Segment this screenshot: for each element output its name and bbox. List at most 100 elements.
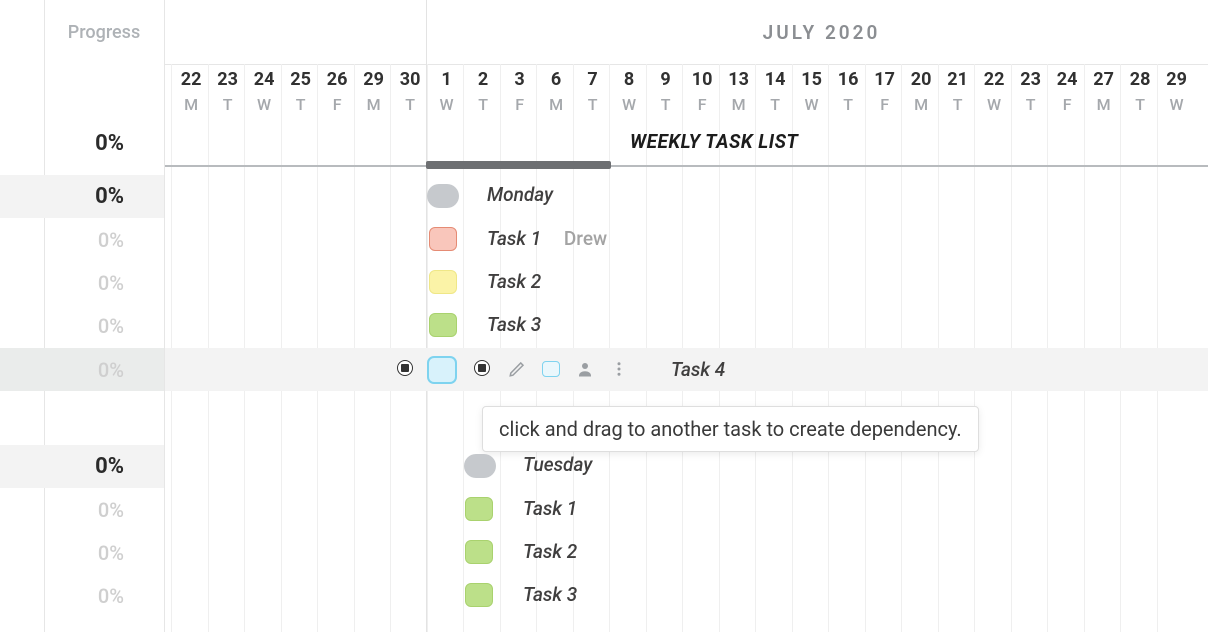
date-column[interactable]: 2T xyxy=(465,64,501,118)
date-column[interactable]: 25T xyxy=(283,64,319,118)
progress-value: 0% xyxy=(0,531,164,574)
date-column[interactable]: 23T xyxy=(1013,64,1049,118)
assign-button[interactable] xyxy=(569,353,601,385)
task-label[interactable]: Task 2 xyxy=(487,270,541,293)
task-label[interactable]: Task 4 xyxy=(671,358,725,381)
group-label[interactable]: Tuesday xyxy=(523,453,592,476)
date-column[interactable]: 23T xyxy=(210,64,246,118)
date-day: 20 xyxy=(903,64,939,94)
task-chip[interactable] xyxy=(465,540,493,564)
date-day: 10 xyxy=(684,64,720,94)
tooltip: click and drag to another task to create… xyxy=(482,406,979,452)
color-button[interactable] xyxy=(535,353,567,385)
date-column[interactable]: 29M xyxy=(356,64,392,118)
more-button[interactable] xyxy=(603,353,635,385)
date-day: 29 xyxy=(356,64,392,94)
date-day: 22 xyxy=(976,64,1012,94)
date-weekday: T xyxy=(1122,94,1158,116)
date-column[interactable]: 13M xyxy=(721,64,757,118)
group-chip[interactable] xyxy=(464,454,496,478)
date-column[interactable]: 10F xyxy=(684,64,720,118)
date-column[interactable]: 14T xyxy=(757,64,793,118)
task-label[interactable]: Task 3 xyxy=(487,313,541,336)
date-column[interactable]: 15W xyxy=(794,64,830,118)
summary-baseline xyxy=(165,165,1208,167)
date-column[interactable]: 7T xyxy=(575,64,611,118)
date-weekday: T xyxy=(210,94,246,116)
date-day: 6 xyxy=(538,64,574,94)
date-weekday: W xyxy=(794,94,830,116)
date-day: 28 xyxy=(1122,64,1158,94)
date-day: 24 xyxy=(246,64,282,94)
date-column[interactable]: 20M xyxy=(903,64,939,118)
date-weekday: T xyxy=(465,94,501,116)
task-chip[interactable] xyxy=(429,270,457,294)
edit-icon xyxy=(508,360,526,378)
date-weekday: W xyxy=(611,94,647,116)
date-column[interactable]: 1W xyxy=(429,64,465,118)
date-day: 9 xyxy=(648,64,684,94)
date-column[interactable]: 16T xyxy=(830,64,866,118)
date-day: 15 xyxy=(794,64,830,94)
date-column[interactable]: 29W xyxy=(1159,64,1195,118)
edit-button[interactable] xyxy=(501,353,533,385)
task-chip-selected[interactable] xyxy=(427,356,457,384)
date-day: 2 xyxy=(465,64,501,94)
date-column[interactable]: 3F xyxy=(502,64,538,118)
color-chip-icon xyxy=(542,361,560,377)
progress-column: Progress 0% 0% 0% 0% 0% 0% 0% 0% 0% 0% xyxy=(0,0,165,632)
date-day: 23 xyxy=(210,64,246,94)
progress-value-subtotal: 0% xyxy=(0,175,164,218)
person-icon xyxy=(576,360,594,378)
date-column[interactable]: 6M xyxy=(538,64,574,118)
date-weekday: M xyxy=(173,94,209,116)
date-column[interactable]: 22W xyxy=(976,64,1012,118)
date-day: 3 xyxy=(502,64,538,94)
group-chip[interactable] xyxy=(427,184,459,208)
date-day: 29 xyxy=(1159,64,1195,94)
month-divider xyxy=(426,0,427,632)
dependency-handle-right[interactable] xyxy=(474,360,490,376)
summary-bar[interactable] xyxy=(426,161,611,169)
date-column[interactable]: 8W xyxy=(611,64,647,118)
group-label[interactable]: Monday xyxy=(487,183,553,206)
date-weekday: F xyxy=(502,94,538,116)
date-column[interactable]: 30T xyxy=(392,64,428,118)
date-column[interactable]: 26F xyxy=(319,64,355,118)
date-day: 13 xyxy=(721,64,757,94)
date-day: 26 xyxy=(319,64,355,94)
task-label[interactable]: Task 1 xyxy=(523,497,577,520)
date-header: 22M23T24W25T26F29M30T1W2T3F6M7T8W9T10F13… xyxy=(165,64,1208,118)
date-column[interactable]: 27M xyxy=(1086,64,1122,118)
progress-value: 0% xyxy=(0,261,164,304)
task-chip[interactable] xyxy=(429,313,457,337)
date-column[interactable]: 24W xyxy=(246,64,282,118)
month-title: JULY 2020 xyxy=(435,0,1208,64)
date-weekday: W xyxy=(976,94,1012,116)
date-column[interactable]: 28T xyxy=(1122,64,1158,118)
date-column[interactable]: 24F xyxy=(1049,64,1085,118)
date-day: 7 xyxy=(575,64,611,94)
task-chip[interactable] xyxy=(429,227,457,251)
dependency-handle-left[interactable] xyxy=(397,360,413,376)
date-column[interactable]: 9T xyxy=(648,64,684,118)
task-chip[interactable] xyxy=(465,583,493,607)
progress-value: 0% xyxy=(0,488,164,531)
date-weekday: W xyxy=(429,94,465,116)
date-column[interactable]: 22M xyxy=(173,64,209,118)
date-day: 8 xyxy=(611,64,647,94)
progress-value-total: 0% xyxy=(0,122,164,165)
date-weekday: T xyxy=(648,94,684,116)
timeline[interactable]: JULY 2020 22M23T24W25T26F29M30T1W2T3F6M7… xyxy=(165,0,1208,632)
task-chip[interactable] xyxy=(465,497,493,521)
date-weekday: F xyxy=(319,94,355,116)
task-label[interactable]: Task 1 Drew xyxy=(487,227,607,250)
task-label[interactable]: Task 2 xyxy=(523,540,577,563)
task-action-bar xyxy=(501,353,635,385)
date-column[interactable]: 17F xyxy=(867,64,903,118)
date-column[interactable]: 21T xyxy=(940,64,976,118)
date-weekday: M xyxy=(538,94,574,116)
task-label[interactable]: Task 3 xyxy=(523,583,577,606)
date-day: 24 xyxy=(1049,64,1085,94)
date-day: 30 xyxy=(392,64,428,94)
